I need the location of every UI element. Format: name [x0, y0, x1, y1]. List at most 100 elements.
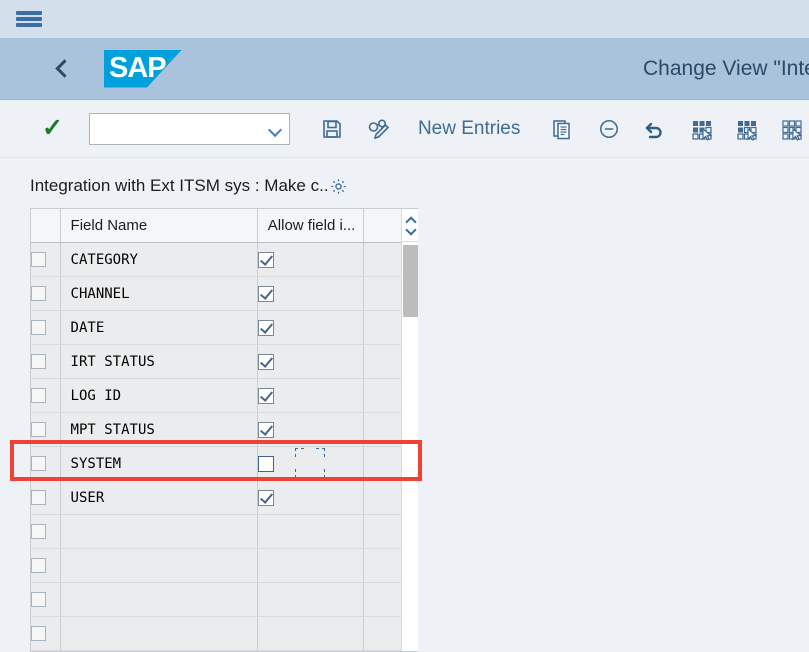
save-button[interactable]	[314, 110, 349, 148]
undo-button[interactable]	[638, 110, 673, 148]
deselect-all-button[interactable]	[774, 110, 809, 148]
field-name-cell[interactable]: SYSTEM	[60, 446, 258, 481]
row-select-checkbox[interactable]	[31, 456, 46, 472]
back-button[interactable]	[40, 47, 84, 91]
field-name-cell[interactable]: USER	[60, 480, 258, 515]
row-select-checkbox[interactable]	[31, 252, 46, 268]
allow-field-checkbox[interactable]	[257, 455, 274, 472]
row-select-checkbox[interactable]	[31, 422, 46, 438]
table-row[interactable]: IRT STATUS	[31, 344, 418, 379]
row-select-cell[interactable]	[31, 412, 61, 447]
column-header-select[interactable]	[31, 209, 61, 243]
table-row[interactable]: SYSTEM	[31, 446, 418, 481]
field-name-cell[interactable]: MPT STATUS	[60, 412, 258, 447]
scrollbar-thumb[interactable]	[403, 245, 418, 317]
hamburger-menu-icon[interactable]	[16, 9, 42, 29]
table-row[interactable]: CHANNEL	[31, 276, 418, 311]
allow-field-cell[interactable]	[257, 582, 364, 617]
table-row[interactable]	[31, 616, 418, 651]
allow-field-cell[interactable]	[257, 378, 364, 413]
select-block-button[interactable]	[729, 110, 764, 148]
allow-field-cell[interactable]	[257, 344, 364, 379]
allow-field-checkbox[interactable]	[257, 421, 274, 438]
field-name-cell[interactable]	[60, 582, 258, 617]
field-name-cell[interactable]: LOG ID	[60, 378, 258, 413]
field-name-cell[interactable]: CHANNEL	[60, 276, 258, 311]
row-select-checkbox[interactable]	[31, 286, 46, 302]
allow-field-cell[interactable]	[257, 310, 364, 345]
row-select-cell[interactable]	[31, 378, 61, 413]
table-row[interactable]: MPT STATUS	[31, 412, 418, 447]
row-select-checkbox[interactable]	[31, 388, 46, 404]
delete-row-button[interactable]	[591, 110, 626, 148]
display-change-button[interactable]	[361, 110, 396, 148]
confirm-check-icon[interactable]: ✓	[42, 116, 63, 141]
row-select-cell[interactable]	[31, 242, 61, 277]
scroll-up-icon[interactable]	[406, 218, 415, 224]
action-toolbar: ✓ New Entries	[0, 100, 809, 158]
allow-field-cell[interactable]	[257, 514, 364, 549]
sap-logo[interactable]: SAP	[104, 49, 182, 88]
row-select-cell[interactable]	[31, 446, 61, 481]
allow-field-checkbox[interactable]	[257, 489, 274, 506]
gear-settings-icon[interactable]	[330, 178, 347, 195]
row-select-checkbox[interactable]	[31, 320, 46, 336]
row-select-cell[interactable]	[31, 514, 61, 549]
entries-table: Field Name Allow field i... CATEGORY CHAN…	[30, 208, 418, 652]
row-select-cell[interactable]	[31, 616, 61, 651]
scroll-down-icon[interactable]	[406, 227, 415, 233]
row-select-checkbox[interactable]	[31, 354, 46, 370]
deselect-all-grid-icon	[781, 119, 802, 141]
table-row[interactable]	[31, 514, 418, 549]
row-select-cell[interactable]	[31, 548, 61, 583]
table-row[interactable]	[31, 582, 418, 617]
table-row[interactable]: CATEGORY	[31, 242, 418, 277]
allow-field-cell[interactable]	[257, 446, 364, 481]
copy-as-icon	[553, 119, 570, 139]
column-header-allow-field[interactable]: Allow field i...	[257, 209, 364, 243]
row-select-cell[interactable]	[31, 582, 61, 617]
row-select-cell[interactable]	[31, 344, 61, 379]
row-select-checkbox[interactable]	[31, 524, 46, 540]
field-name-cell[interactable]: IRT STATUS	[60, 344, 258, 379]
table-row[interactable]: LOG ID	[31, 378, 418, 413]
new-entries-button[interactable]: New Entries	[418, 118, 520, 140]
row-select-cell[interactable]	[31, 310, 61, 345]
row-select-cell[interactable]	[31, 276, 61, 311]
field-name-cell[interactable]: DATE	[60, 310, 258, 345]
allow-field-cell[interactable]	[257, 242, 364, 277]
content-area: Integration with Ext ITSM sys : Make c..…	[0, 158, 809, 652]
row-select-cell[interactable]	[31, 480, 61, 515]
row-select-checkbox[interactable]	[31, 592, 46, 608]
command-field[interactable]	[88, 112, 291, 145]
allow-field-cell[interactable]	[257, 480, 364, 515]
allow-field-cell[interactable]	[257, 616, 364, 651]
table-head: Field Name Allow field i...	[31, 209, 418, 243]
table-row[interactable]	[31, 548, 418, 583]
field-name-cell[interactable]	[60, 548, 258, 583]
allow-field-checkbox[interactable]	[257, 353, 274, 370]
allow-field-cell[interactable]	[257, 412, 364, 447]
allow-field-checkbox[interactable]	[257, 251, 274, 268]
field-name-cell[interactable]	[60, 514, 258, 549]
scroll-arrows[interactable]	[402, 209, 418, 242]
select-all-button[interactable]	[685, 110, 720, 148]
allow-field-checkbox[interactable]	[257, 285, 274, 302]
allow-field-cell[interactable]	[257, 548, 364, 583]
command-input[interactable]	[89, 113, 290, 144]
table-row[interactable]: USER	[31, 480, 418, 515]
copy-as-button[interactable]	[544, 110, 579, 148]
row-select-checkbox[interactable]	[31, 558, 46, 574]
row-select-checkbox[interactable]	[31, 626, 46, 642]
field-grid: Field Name Allow field i... CATEGORY CHAN…	[31, 209, 418, 651]
field-name-cell[interactable]: CATEGORY	[60, 242, 258, 277]
column-header-field-name[interactable]: Field Name	[60, 209, 258, 243]
allow-field-checkbox[interactable]	[257, 387, 274, 404]
row-select-checkbox[interactable]	[31, 490, 46, 506]
allow-field-checkbox[interactable]	[257, 319, 274, 336]
table-row[interactable]: DATE	[31, 310, 418, 345]
allow-field-cell[interactable]	[257, 276, 364, 311]
field-name-cell[interactable]	[60, 616, 258, 651]
vertical-scrollbar[interactable]	[401, 209, 418, 651]
table-body: CATEGORY CHANNEL DATE IRT STATUS LOG ID MPT S…	[31, 242, 418, 651]
